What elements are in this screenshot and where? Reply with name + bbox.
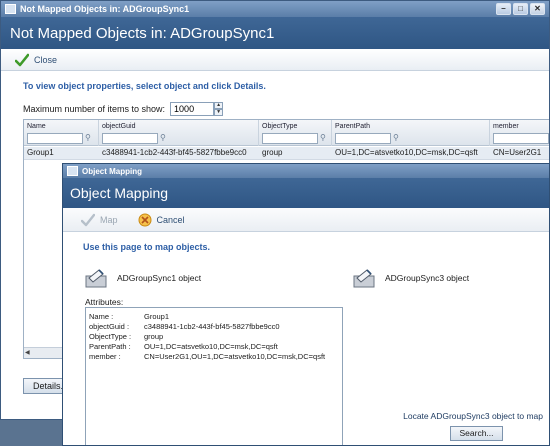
target-object-label: ADGroupSync3 object bbox=[385, 273, 470, 283]
target-object: ADGroupSync3 object bbox=[353, 268, 469, 288]
attributes-label: Attributes: bbox=[85, 297, 124, 307]
spin-down-icon[interactable]: ▼ bbox=[214, 109, 224, 116]
column-name[interactable]: Name ⚲ bbox=[24, 120, 99, 146]
attribute-key: ObjectType : bbox=[89, 332, 132, 341]
column-header-label: ParentPath bbox=[335, 123, 371, 130]
dialog-title: Object Mapping bbox=[82, 166, 142, 176]
max-items-row: Maximum number of items to show: ▲ ▼ bbox=[23, 102, 224, 116]
column-header-label: Name bbox=[27, 123, 46, 130]
list-item: member : CN=User2G1,OU=1,DC=atsvetko10,DC… bbox=[89, 352, 325, 362]
cancel-icon bbox=[138, 213, 152, 226]
search-icon[interactable]: ⚲ bbox=[320, 133, 326, 142]
map-button[interactable]: Map bbox=[81, 213, 118, 227]
attribute-value: group bbox=[144, 332, 164, 341]
instruction-text: To view object properties, select object… bbox=[23, 81, 266, 91]
details-button[interactable]: Details... bbox=[23, 378, 68, 394]
source-object: ADGroupSync1 object bbox=[85, 268, 201, 288]
object-icon bbox=[353, 269, 375, 288]
list-item: ObjectType : group bbox=[89, 332, 163, 342]
max-items-label: Maximum number of items to show: bbox=[23, 104, 166, 114]
checkmark-icon bbox=[81, 213, 95, 226]
cell-objectguid: c3488941-1cb2-443f-bf45-5827fbbe9cc0 bbox=[102, 148, 247, 157]
locate-label: Locate ADGroupSync3 object to map bbox=[403, 411, 543, 421]
search-icon[interactable]: ⚲ bbox=[160, 133, 166, 142]
max-items-input[interactable] bbox=[170, 102, 215, 116]
cell-parentpath: OU=1,DC=atsvetko10,DC=msk,DC=qsft bbox=[335, 148, 478, 157]
parentpath-filter-input[interactable] bbox=[335, 133, 391, 144]
list-item: ParentPath : OU=1,DC=atsvetko10,DC=msk,DC… bbox=[89, 342, 278, 352]
member-filter-input[interactable] bbox=[493, 133, 549, 144]
grid-header: Name ⚲ objectGuid ⚲ ObjectType ⚲ ParentP… bbox=[24, 120, 549, 146]
column-header-label: member bbox=[493, 123, 519, 130]
scroll-left-icon[interactable]: ◀ bbox=[25, 349, 33, 357]
cell-name: Group1 bbox=[27, 148, 54, 157]
list-item: objectGuid : c3488941-1cb2-443f-bf45-5827… bbox=[89, 322, 280, 332]
source-object-label: ADGroupSync1 object bbox=[117, 273, 202, 283]
cancel-button[interactable]: Cancel bbox=[138, 213, 185, 227]
column-objecttype[interactable]: ObjectType ⚲ bbox=[259, 120, 332, 146]
close-icon[interactable]: ✕ bbox=[530, 3, 545, 15]
column-header-label: ObjectType bbox=[262, 123, 298, 130]
dialog-titlebar[interactable]: Object Mapping bbox=[63, 164, 549, 178]
dialog-page-title: Object Mapping bbox=[63, 178, 549, 208]
attribute-value: Group1 bbox=[144, 312, 170, 321]
window-titlebar[interactable]: Not Mapped Objects in: ADGroupSync1 – □ … bbox=[1, 1, 549, 17]
objectguid-filter-input[interactable] bbox=[102, 133, 158, 144]
dialog-window-icon bbox=[67, 166, 78, 176]
search-icon[interactable]: ⚲ bbox=[393, 133, 399, 142]
cancel-button-label: Cancel bbox=[156, 214, 185, 225]
attribute-value: OU=1,DC=atsvetko10,DC=msk,DC=qsft bbox=[144, 342, 278, 351]
name-filter-input[interactable] bbox=[27, 133, 83, 144]
attribute-value: c3488941-1cb2-443f-bf45-5827fbbe9cc0 bbox=[144, 322, 280, 331]
close-button[interactable]: Close bbox=[15, 53, 57, 67]
toolbar: Close bbox=[1, 49, 549, 71]
search-button[interactable]: Search... bbox=[450, 426, 503, 441]
dialog-toolbar: Map Cancel bbox=[63, 208, 549, 232]
attribute-key: objectGuid : bbox=[89, 322, 130, 331]
attribute-key: member : bbox=[89, 352, 121, 361]
max-items-spinner[interactable]: ▲ ▼ bbox=[214, 102, 224, 116]
map-button-label: Map bbox=[100, 214, 118, 225]
object-icon bbox=[85, 269, 107, 288]
attributes-list: Name : Group1 objectGuid : c3488941-1cb2-4… bbox=[85, 307, 343, 445]
table-row[interactable]: Group1 c3488941-1cb2-443f-bf45-5827fbbe9… bbox=[24, 147, 549, 160]
checkmark-icon bbox=[15, 53, 29, 66]
maximize-icon[interactable]: □ bbox=[513, 3, 528, 15]
dialog-instruction: Use this page to map objects. bbox=[83, 242, 211, 252]
window-title: Not Mapped Objects in: ADGroupSync1 bbox=[20, 4, 190, 14]
column-objectguid[interactable]: objectGuid ⚲ bbox=[99, 120, 259, 146]
page-title: Not Mapped Objects in: ADGroupSync1 bbox=[1, 17, 549, 49]
column-parentpath[interactable]: ParentPath ⚲ bbox=[332, 120, 490, 146]
close-button-label: Close bbox=[34, 54, 58, 65]
objecttype-filter-input[interactable] bbox=[262, 133, 318, 144]
window-icon bbox=[5, 4, 16, 14]
spin-up-icon[interactable]: ▲ bbox=[214, 102, 224, 109]
cell-member: CN=User2G1 bbox=[493, 148, 542, 157]
minimize-icon[interactable]: – bbox=[496, 3, 511, 15]
attribute-key: Name : bbox=[89, 312, 114, 321]
column-header-label: objectGuid bbox=[102, 123, 136, 130]
search-icon[interactable]: ⚲ bbox=[85, 133, 91, 142]
attribute-value: CN=User2G1,OU=1,DC=atsvetko10,DC=msk,DC=… bbox=[144, 352, 326, 361]
list-item: Name : Group1 bbox=[89, 312, 169, 322]
attribute-key: ParentPath : bbox=[89, 342, 131, 351]
object-mapping-dialog: Object Mapping Object Mapping Map Cancel… bbox=[62, 163, 550, 446]
column-member[interactable]: member bbox=[490, 120, 549, 146]
cell-objecttype: group bbox=[262, 148, 283, 157]
